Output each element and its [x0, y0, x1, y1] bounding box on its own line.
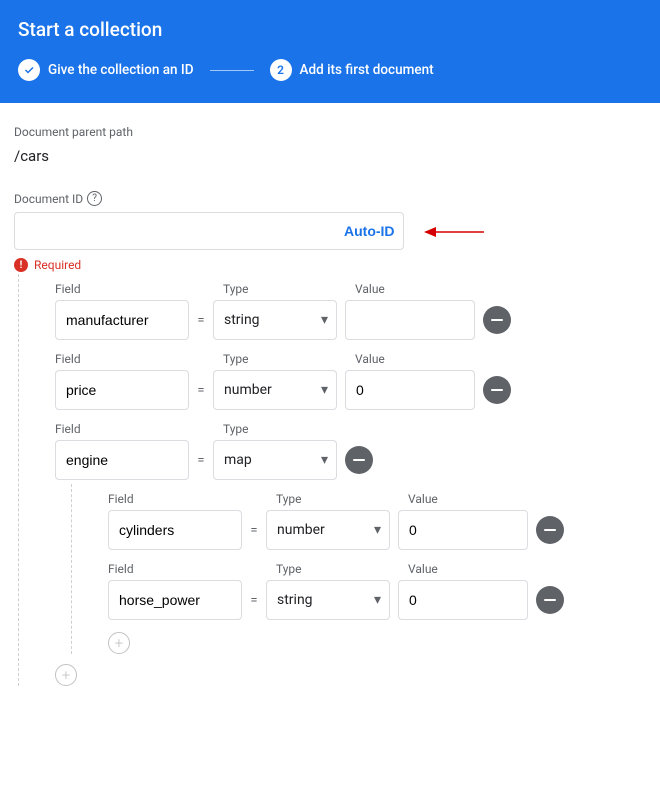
remove-field-button[interactable]	[345, 446, 373, 474]
equals-icon: =	[250, 593, 258, 608]
field-row: Field Type Value = string ▾	[37, 274, 646, 344]
auto-id-button[interactable]: Auto-ID	[334, 212, 405, 250]
field-row: Field Type Value = number ▾	[90, 484, 646, 554]
value-label: Value	[355, 352, 385, 366]
value-label: Value	[355, 282, 385, 296]
step-connector	[210, 70, 254, 71]
step-2-circle: 2	[270, 59, 292, 81]
stepper: Give the collection an ID 2 Add its firs…	[18, 59, 642, 81]
type-select[interactable]: string ▾	[266, 580, 390, 620]
document-id-label: Document ID	[14, 192, 83, 206]
nested-fields-tree: Field Type Value = number ▾ Fi	[71, 484, 646, 654]
chevron-down-icon: ▾	[374, 522, 381, 538]
field-name-input[interactable]	[55, 300, 189, 340]
field-row: Field Type Value = string ▾	[90, 554, 646, 624]
equals-icon: =	[197, 453, 205, 468]
remove-field-button[interactable]	[483, 306, 511, 334]
type-select-value: map	[224, 452, 252, 468]
field-name-input[interactable]	[108, 510, 242, 550]
step-2: 2 Add its first document	[270, 59, 434, 81]
type-label: Type	[276, 562, 400, 576]
type-select[interactable]: string ▾	[213, 300, 337, 340]
value-label: Value	[408, 492, 438, 506]
field-label: Field	[55, 282, 195, 296]
type-label: Type	[223, 422, 347, 436]
field-row: Field Type = map ▾	[37, 414, 646, 484]
remove-field-button[interactable]	[536, 586, 564, 614]
dialog-header: Start a collection Give the collection a…	[0, 0, 660, 103]
field-label: Field	[55, 352, 195, 366]
add-nested-field-button[interactable]: +	[108, 632, 130, 654]
help-icon[interactable]: ?	[87, 191, 102, 206]
type-label: Type	[223, 352, 347, 366]
field-row: Field Type Value = number ▾	[37, 344, 646, 414]
parent-path-label: Document parent path	[14, 125, 646, 139]
field-label: Field	[108, 562, 248, 576]
type-select-value: number	[277, 522, 325, 538]
equals-icon: =	[197, 383, 205, 398]
field-label: Field	[108, 492, 248, 506]
error-icon: !	[14, 258, 28, 272]
type-select[interactable]: number ▾	[266, 510, 390, 550]
type-select-value: number	[224, 382, 272, 398]
type-select-value: string	[277, 592, 313, 608]
field-value-input[interactable]	[398, 580, 528, 620]
chevron-down-icon: ▾	[321, 382, 328, 398]
type-select-value: string	[224, 312, 260, 328]
step-2-label: Add its first document	[300, 62, 434, 78]
fields-tree: Field Type Value = string ▾ Field Type V…	[18, 274, 646, 686]
field-name-input[interactable]	[55, 370, 189, 410]
step-1-label: Give the collection an ID	[48, 62, 194, 78]
annotation-arrow-icon	[424, 226, 484, 238]
field-value-input[interactable]	[345, 300, 475, 340]
equals-icon: =	[250, 523, 258, 538]
add-field-button[interactable]: +	[55, 664, 77, 686]
type-label: Type	[223, 282, 347, 296]
field-name-input[interactable]	[108, 580, 242, 620]
type-select[interactable]: map ▾	[213, 440, 337, 480]
value-label: Value	[408, 562, 438, 576]
step-1: Give the collection an ID	[18, 59, 194, 81]
type-select[interactable]: number ▾	[213, 370, 337, 410]
error-text: Required	[34, 258, 81, 272]
chevron-down-icon: ▾	[321, 452, 328, 468]
remove-field-button[interactable]	[536, 516, 564, 544]
remove-field-button[interactable]	[483, 376, 511, 404]
check-icon	[18, 59, 40, 81]
parent-path-value: /cars	[14, 147, 646, 165]
field-value-input[interactable]	[398, 510, 528, 550]
document-id-error: ! Required	[14, 258, 646, 272]
field-value-input[interactable]	[345, 370, 475, 410]
chevron-down-icon: ▾	[374, 592, 381, 608]
chevron-down-icon: ▾	[321, 312, 328, 328]
equals-icon: =	[197, 313, 205, 328]
dialog-title: Start a collection	[18, 18, 642, 41]
field-label: Field	[55, 422, 195, 436]
field-name-input[interactable]	[55, 440, 189, 480]
type-label: Type	[276, 492, 400, 506]
